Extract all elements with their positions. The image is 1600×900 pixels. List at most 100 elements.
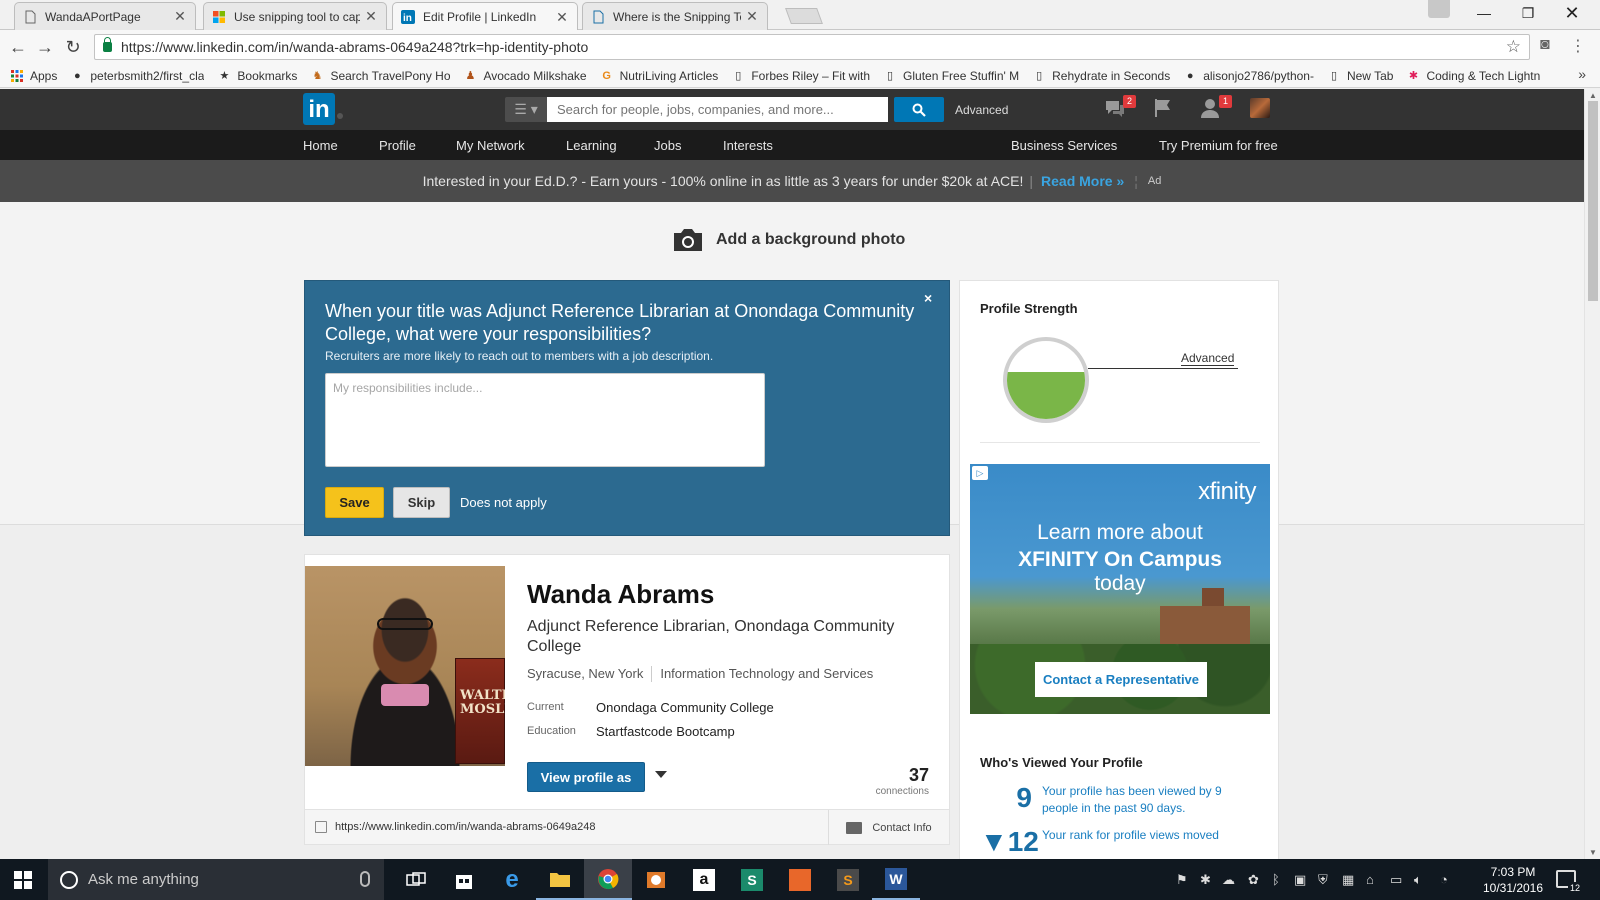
tray-app-icon[interactable]: ▦ bbox=[1342, 872, 1354, 888]
bookmark-item[interactable]: ▯ New Tab bbox=[1327, 69, 1394, 83]
user-icon[interactable] bbox=[1428, 0, 1450, 18]
contact-representative-button[interactable]: Contact a Representative bbox=[1035, 662, 1207, 697]
windows-start-icon[interactable] bbox=[14, 871, 32, 889]
system-clock[interactable]: 7:03 PM 10/31/2016 bbox=[1478, 864, 1548, 896]
skip-button[interactable]: Skip bbox=[393, 487, 450, 518]
tray-app-icon[interactable]: ✿ bbox=[1248, 872, 1259, 888]
bookmark-item[interactable]: ▯ Forbes Riley – Fit with bbox=[731, 69, 870, 83]
profile-industry[interactable]: Information Technology and Services bbox=[660, 666, 873, 682]
close-icon[interactable]: ✕ bbox=[555, 9, 569, 26]
bookmark-item[interactable]: ♟ Avocado Milkshake bbox=[463, 69, 587, 83]
scrollbar-thumb[interactable] bbox=[1588, 101, 1598, 301]
tray-app-icon[interactable]: ▣ bbox=[1294, 872, 1306, 888]
bookmark-item[interactable]: ✱ Coding & Tech Lightn bbox=[1406, 69, 1540, 83]
search-button[interactable] bbox=[894, 97, 944, 122]
does-not-apply-link[interactable]: Does not apply bbox=[460, 495, 547, 510]
read-more-link[interactable]: Read More » bbox=[1041, 173, 1124, 189]
bookmarks-overflow-button[interactable]: » bbox=[1578, 66, 1586, 82]
sublime-text-icon[interactable]: S bbox=[824, 859, 872, 900]
tab-where-is-snipping[interactable]: Where is the Snipping To ✕ bbox=[582, 2, 768, 30]
sway-icon[interactable]: S bbox=[728, 859, 776, 900]
close-icon[interactable]: × bbox=[924, 290, 932, 306]
rank-stat-row[interactable]: ▼12 Your rank for profile views moved bbox=[980, 827, 1242, 857]
bookmark-item[interactable]: G NutriLiving Articles bbox=[600, 69, 718, 83]
tray-slack-icon[interactable]: ✱ bbox=[1200, 872, 1211, 888]
bookmark-item[interactable]: ● peterbsmith2/first_cla bbox=[70, 69, 204, 83]
ad-choices-icon[interactable]: ▷ bbox=[972, 466, 988, 480]
close-window-icon[interactable]: ✕ bbox=[1550, 0, 1594, 26]
battery-icon[interactable]: ▭ bbox=[1390, 872, 1402, 888]
amazon-icon[interactable]: a bbox=[680, 859, 728, 900]
action-center-icon[interactable]: 12 bbox=[1556, 870, 1582, 894]
onedrive-icon[interactable]: ☁ bbox=[1222, 872, 1235, 888]
viewed-stat-row[interactable]: 9 Your profile has been viewed by 9 peop… bbox=[980, 783, 1242, 817]
bookmark-item[interactable]: ▯ Gluten Free Stuffin' M bbox=[883, 69, 1019, 83]
menu-dots-icon[interactable]: ⋮ bbox=[1570, 36, 1586, 56]
profile-strength-meter[interactable] bbox=[1003, 337, 1089, 423]
tray-app-icon[interactable]: ⚑ bbox=[1176, 872, 1188, 888]
nav-try-premium[interactable]: Try Premium for free bbox=[1159, 138, 1278, 153]
wifi-icon[interactable]: ◔ bbox=[1440, 872, 1448, 887]
xfinity-ad[interactable]: ▷ xfinity Learn more about XFINITY On Ca… bbox=[970, 464, 1270, 714]
bookmark-item[interactable]: ▯ Rehydrate in Seconds bbox=[1032, 69, 1170, 83]
add-background-photo-button[interactable]: Add a background photo bbox=[672, 227, 905, 253]
edge-icon[interactable]: e bbox=[488, 859, 536, 900]
search-filter-menu-icon[interactable]: ☰ ▾ bbox=[505, 97, 547, 122]
connections-count[interactable]: 37 connections bbox=[876, 765, 929, 797]
linkedin-logo[interactable]: in bbox=[303, 93, 335, 125]
tab-snipping-tool[interactable]: Use snipping tool to cap ✕ bbox=[203, 2, 387, 30]
profile-photo[interactable]: WALTE MOSLE bbox=[305, 566, 505, 766]
tab-wandaaportpage[interactable]: WandaAPortPage ✕ bbox=[14, 2, 196, 30]
close-icon[interactable]: ✕ bbox=[364, 8, 378, 25]
address-bar[interactable]: https://www.linkedin.com/in/wanda-abrams… bbox=[94, 34, 1530, 60]
contact-info-button[interactable]: Contact Info bbox=[828, 810, 949, 845]
reload-icon[interactable]: ↻ bbox=[61, 36, 85, 58]
tab-edit-profile-linkedin[interactable]: in Edit Profile | LinkedIn ✕ bbox=[392, 2, 578, 31]
bookmark-item[interactable]: ♞ Search TravelPony Ho bbox=[310, 69, 451, 83]
file-explorer-icon[interactable] bbox=[536, 859, 584, 900]
messages-icon[interactable]: 2 bbox=[1104, 95, 1136, 121]
minimize-icon[interactable]: — bbox=[1462, 0, 1506, 26]
nav-learning[interactable]: Learning bbox=[566, 138, 617, 153]
search-input[interactable] bbox=[547, 97, 888, 122]
chrome-icon[interactable] bbox=[584, 859, 632, 900]
profile-location[interactable]: Syracuse, New York bbox=[527, 666, 643, 682]
word-icon[interactable]: W bbox=[872, 859, 920, 900]
nav-home[interactable]: Home bbox=[303, 138, 338, 153]
responsibilities-textarea[interactable] bbox=[325, 373, 765, 467]
public-profile-url[interactable]: https://www.linkedin.com/in/wanda-abrams… bbox=[335, 821, 595, 833]
advanced-search-link[interactable]: Advanced bbox=[955, 103, 1008, 117]
task-view-icon[interactable] bbox=[392, 859, 440, 900]
restore-icon[interactable]: ❐ bbox=[1506, 0, 1550, 26]
nav-business-services[interactable]: Business Services bbox=[1011, 138, 1117, 153]
close-icon[interactable]: ✕ bbox=[173, 8, 187, 25]
tray-app-icon[interactable]: ⌂ bbox=[1366, 872, 1374, 887]
save-button[interactable]: Save bbox=[325, 487, 384, 518]
add-connection-icon[interactable]: 1 bbox=[1200, 95, 1232, 121]
bookmark-apps[interactable]: Apps bbox=[10, 69, 57, 83]
volume-icon[interactable]: 🔈︎ bbox=[1414, 872, 1422, 888]
bookmark-item[interactable]: ★ Bookmarks bbox=[217, 69, 297, 83]
flag-icon[interactable] bbox=[1152, 97, 1176, 121]
camera-icon[interactable]: ◙ bbox=[1540, 36, 1550, 54]
nav-my-network[interactable]: My Network bbox=[456, 138, 525, 153]
avatar[interactable] bbox=[1250, 98, 1270, 118]
scroll-up-icon[interactable]: ▲ bbox=[1589, 91, 1597, 100]
current-value[interactable]: Onondaga Community College bbox=[596, 700, 774, 715]
bluetooth-icon[interactable]: ᛒ bbox=[1272, 872, 1280, 887]
close-icon[interactable]: ✕ bbox=[745, 8, 759, 25]
bookmark-item[interactable]: ● alisonjo2786/python- bbox=[1183, 69, 1314, 83]
star-icon[interactable]: ☆ bbox=[1506, 37, 1521, 57]
nav-interests[interactable]: Interests bbox=[723, 138, 773, 153]
chevron-down-icon[interactable] bbox=[655, 771, 667, 778]
new-tab-button[interactable] bbox=[785, 8, 823, 24]
nav-profile[interactable]: Profile bbox=[379, 138, 416, 153]
view-profile-as-button[interactable]: View profile as bbox=[527, 762, 645, 792]
back-arrow-icon[interactable]: ← bbox=[6, 36, 30, 58]
cortana-search-box[interactable]: Ask me anything bbox=[48, 859, 384, 900]
microphone-icon[interactable] bbox=[360, 871, 370, 887]
store-icon[interactable] bbox=[440, 859, 488, 900]
forward-arrow-icon[interactable]: → bbox=[33, 36, 57, 58]
office-icon[interactable] bbox=[776, 859, 824, 900]
camtasia-icon[interactable] bbox=[632, 859, 680, 900]
